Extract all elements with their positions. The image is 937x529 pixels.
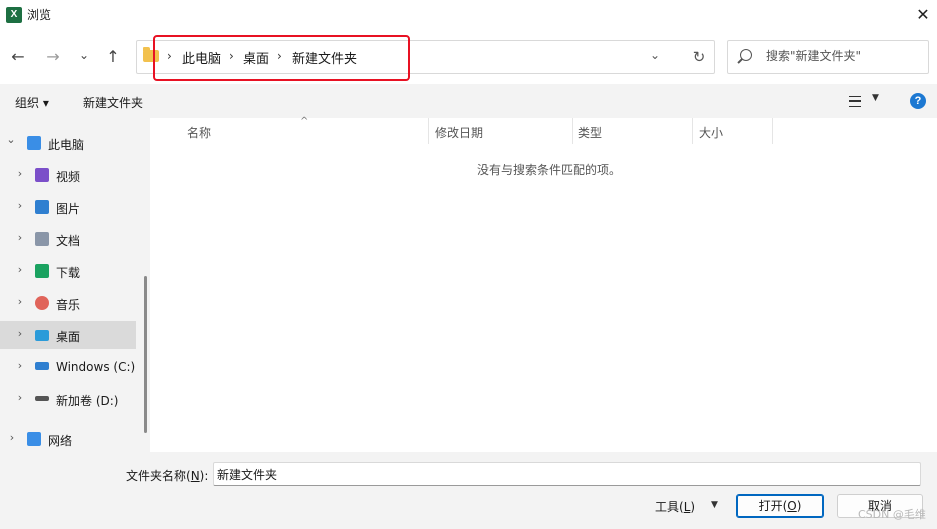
tree-item-label: 图片 xyxy=(56,202,81,216)
address-bar[interactable]: › 此电脑 › 桌面 › 新建文件夹 ⌄ ↻ xyxy=(136,40,715,74)
tree-item-music[interactable]: › 音乐 xyxy=(0,289,136,317)
tree-item-label: 桌面 xyxy=(56,330,81,344)
new-folder-button[interactable]: 新建文件夹 xyxy=(83,94,143,111)
column-header-size[interactable]: 大小 xyxy=(699,124,723,141)
column-header-name[interactable]: 名称 xyxy=(187,124,211,141)
expand-chevron-icon[interactable]: › xyxy=(14,263,26,276)
column-divider[interactable] xyxy=(572,118,573,144)
column-divider[interactable] xyxy=(772,118,773,144)
open-button[interactable]: 打开(O) xyxy=(736,494,824,518)
expand-chevron-icon[interactable]: › xyxy=(14,231,26,244)
folder-icon xyxy=(143,47,159,62)
tree-item-label: 视频 xyxy=(56,170,81,184)
windows-drive-icon xyxy=(35,362,49,370)
network-icon xyxy=(27,432,41,446)
tree-item-desktop[interactable]: › 桌面 xyxy=(0,321,136,349)
sort-ascending-icon: ^ xyxy=(300,116,309,127)
tools-dropdown-icon[interactable]: ▼ xyxy=(711,500,718,510)
tree-item-drive-d[interactable]: › 新加卷 (D:) xyxy=(0,385,136,413)
folder-name-label: 文件夹名称(N): xyxy=(126,467,208,484)
desktop-icon xyxy=(35,330,49,341)
column-header-type[interactable]: 类型 xyxy=(578,124,602,141)
tools-label: 工具( xyxy=(655,500,684,514)
pictures-icon xyxy=(35,200,49,214)
expand-chevron-icon[interactable]: › xyxy=(6,431,18,444)
folder-name-accesskey: N xyxy=(190,469,200,483)
tree-item-label: 新加卷 (D:) xyxy=(56,394,119,408)
address-dropdown-chevron-icon[interactable]: ⌄ xyxy=(650,48,660,62)
breadcrumb-separator-icon: › xyxy=(277,49,282,63)
breadcrumb-new-folder[interactable]: 新建文件夹 xyxy=(292,48,357,67)
file-list-view: ^ 名称 修改日期 类型 大小 没有与搜索条件匹配的项。 xyxy=(153,116,937,452)
nav-pane-scrollbar[interactable] xyxy=(144,276,147,433)
column-divider[interactable] xyxy=(428,118,429,144)
column-divider[interactable] xyxy=(692,118,693,144)
window-title: 浏览 xyxy=(27,8,52,22)
download-icon xyxy=(35,264,49,278)
forward-arrow-icon[interactable]: → xyxy=(40,44,66,70)
up-arrow-icon[interactable]: ↑ xyxy=(100,44,126,70)
organize-menu-button[interactable]: 组织 ▾ xyxy=(15,94,49,111)
breadcrumb-desktop[interactable]: 桌面 xyxy=(243,48,269,67)
folder-name-label-end: ): xyxy=(199,469,209,483)
csdn-watermark: CSDN @毛维 xyxy=(858,508,926,521)
search-icon xyxy=(740,49,752,61)
search-input[interactable] xyxy=(766,41,921,71)
title-bar: X 浏览 ✕ xyxy=(0,0,937,30)
breadcrumb-separator-icon: › xyxy=(229,49,234,63)
tree-item-label: 文档 xyxy=(56,234,81,248)
close-icon[interactable]: ✕ xyxy=(910,2,936,28)
tools-menu-button[interactable]: 工具(L) xyxy=(655,498,695,515)
tree-item-label: 下载 xyxy=(56,266,81,280)
computer-icon xyxy=(27,136,41,150)
breadcrumb-separator-icon: › xyxy=(167,49,172,63)
tree-item-label: 此电脑 xyxy=(48,138,85,152)
expand-chevron-icon[interactable]: › xyxy=(14,199,26,212)
open-accesskey: O xyxy=(787,499,797,513)
command-toolbar: 组织 ▾ 新建文件夹 ▼ ? xyxy=(0,84,937,118)
tree-item-this-pc[interactable]: ⌄ 此电脑 xyxy=(0,129,136,157)
tree-item-drive-c[interactable]: › Windows (C:) xyxy=(0,353,136,381)
excel-app-icon: X xyxy=(6,7,22,23)
expand-chevron-icon[interactable]: › xyxy=(14,167,26,180)
search-box[interactable] xyxy=(727,40,929,74)
open-label-end: ) xyxy=(796,499,802,513)
tree-item-downloads[interactable]: › 下载 xyxy=(0,257,136,285)
view-options-icon[interactable] xyxy=(849,96,861,107)
dialog-footer: 文件夹名称(N): 工具(L) ▼ 打开(O) 取消 xyxy=(0,452,937,529)
collapse-chevron-icon[interactable]: ⌄ xyxy=(5,133,17,146)
expand-chevron-icon[interactable]: › xyxy=(14,359,26,372)
view-dropdown-icon[interactable]: ▼ xyxy=(872,93,879,103)
video-icon xyxy=(35,168,49,182)
empty-results-message: 没有与搜索条件匹配的项。 xyxy=(477,163,622,177)
recent-locations-chevron-icon[interactable]: ⌄ xyxy=(71,42,97,68)
tree-item-label: 网络 xyxy=(48,434,73,448)
music-icon xyxy=(35,296,49,310)
tree-item-network[interactable]: › 网络 xyxy=(0,425,136,453)
refresh-icon[interactable]: ↻ xyxy=(687,45,711,69)
navigation-pane: ⌄ 此电脑 › 视频 › 图片 › 文档 › 下载 › 音乐 › 桌面 › Wi… xyxy=(0,118,150,452)
tools-label-end: ) xyxy=(690,500,696,514)
expand-chevron-icon[interactable]: › xyxy=(14,327,26,340)
back-arrow-icon[interactable]: ← xyxy=(5,44,31,70)
expand-chevron-icon[interactable]: › xyxy=(14,391,26,404)
folder-name-label-text: 文件夹名称( xyxy=(126,469,191,483)
folder-name-input[interactable] xyxy=(213,462,921,486)
tree-item-pictures[interactable]: › 图片 xyxy=(0,193,136,221)
help-icon[interactable]: ? xyxy=(910,93,926,109)
drive-icon xyxy=(35,396,49,401)
expand-chevron-icon[interactable]: › xyxy=(14,295,26,308)
column-header-date-modified[interactable]: 修改日期 xyxy=(435,124,483,141)
tree-item-documents[interactable]: › 文档 xyxy=(0,225,136,253)
tree-item-videos[interactable]: › 视频 xyxy=(0,161,136,189)
open-label: 打开( xyxy=(758,499,788,513)
documents-icon xyxy=(35,232,49,246)
breadcrumb-this-pc[interactable]: 此电脑 xyxy=(182,48,221,67)
tree-item-label: 音乐 xyxy=(56,298,81,312)
tree-item-label: Windows (C:) xyxy=(56,360,136,374)
